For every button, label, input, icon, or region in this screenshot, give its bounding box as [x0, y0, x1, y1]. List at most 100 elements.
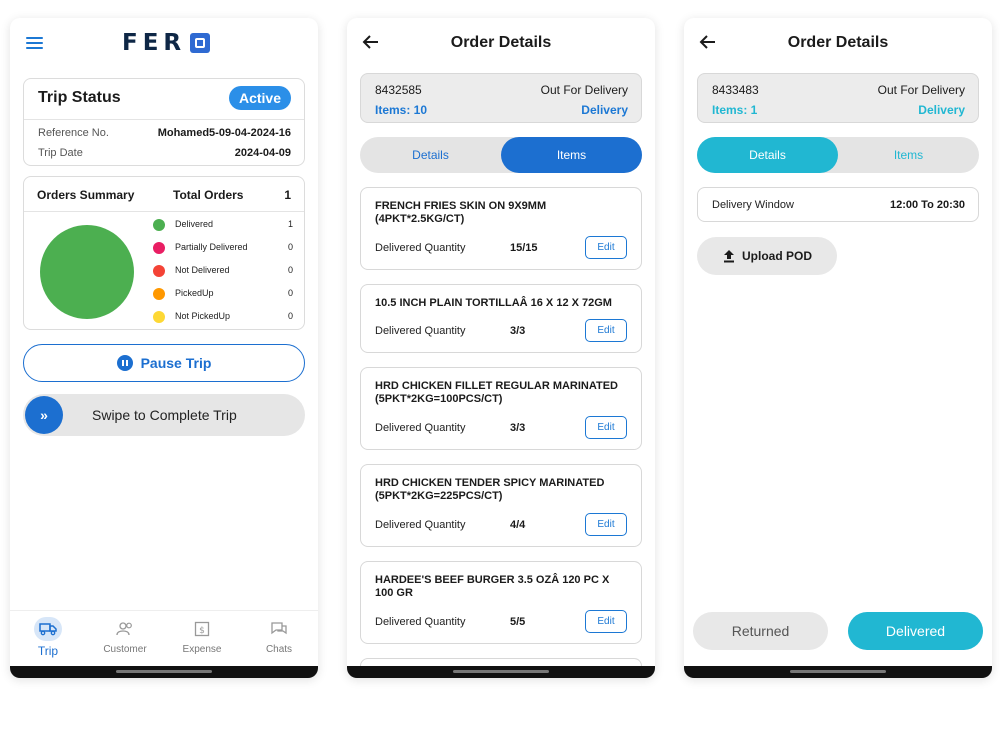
- nav-customer[interactable]: Customer: [90, 617, 160, 655]
- system-home-bar: [684, 666, 992, 678]
- delivered-qty-value: 5/5: [510, 616, 526, 628]
- nav-expense-label: Expense: [182, 644, 222, 655]
- total-orders-label: Total Orders: [173, 188, 244, 202]
- legend-dot: [153, 288, 165, 300]
- legend-label: Delivered: [175, 219, 214, 229]
- legend-item: PickedUp 0: [153, 286, 293, 302]
- delivered-qty-label: Delivered Quantity: [375, 616, 466, 628]
- upload-pod-label: Upload POD: [741, 249, 812, 263]
- delivered-qty-value: 3/3: [510, 325, 526, 337]
- item-card: 10.5 INCH PLAIN TORTILLAÂ 16 X 12 X 72GM…: [360, 284, 642, 353]
- page-title: Order Details: [450, 34, 552, 51]
- orders-pie-chart: [40, 225, 134, 319]
- order-status: Out For Delivery: [540, 83, 628, 97]
- nav-trip[interactable]: Trip: [13, 617, 83, 658]
- item-name: HRD CHICKEN FILLET REGULAR MARINATED (5P…: [375, 380, 619, 405]
- tab-items[interactable]: Items: [501, 137, 642, 173]
- legend-value: 0: [287, 265, 293, 275]
- edit-button[interactable]: Edit: [585, 610, 627, 633]
- chat-icon: [265, 617, 293, 641]
- delivered-qty-value: 15/15: [510, 242, 538, 254]
- legend-item: Not Delivered 0: [153, 263, 293, 279]
- legend-label: Partially Delivered: [175, 242, 248, 252]
- receipt-icon: $: [188, 617, 216, 641]
- order-items-count: Items: 10: [375, 103, 428, 117]
- returned-button[interactable]: Returned: [693, 612, 828, 650]
- edit-button[interactable]: Edit: [585, 416, 627, 439]
- svg-text:$: $: [199, 626, 205, 636]
- swipe-complete-slider[interactable]: » Swipe to Complete Trip: [23, 394, 305, 436]
- delivered-qty-value: 3/3: [510, 422, 526, 434]
- upload-pod-button[interactable]: Upload POD: [697, 237, 837, 275]
- legend-label: Not PickedUp: [175, 311, 231, 321]
- system-home-bar: [10, 666, 318, 678]
- item-card: HRD CHICKEN TENDER SPICY MARINATED (5PKT…: [360, 464, 642, 547]
- delivered-qty-label: Delivered Quantity: [375, 325, 466, 337]
- nav-chats-label: Chats: [265, 644, 293, 655]
- nav-customer-label: Customer: [103, 644, 147, 655]
- legend-value: 0: [287, 311, 293, 321]
- legend-item: Delivered 1: [153, 217, 293, 233]
- divider: [24, 119, 304, 120]
- order-tabs: Details Items: [360, 137, 642, 173]
- nav-expense[interactable]: $ Expense: [167, 617, 237, 655]
- tab-details[interactable]: Details: [360, 137, 501, 173]
- status-badge: Active: [228, 86, 291, 110]
- item-name: HRD CHICKEN TENDER SPICY MARINATED (5PKT…: [375, 477, 605, 502]
- delivered-qty-label: Delivered Quantity: [375, 242, 466, 254]
- upload-icon: [723, 250, 734, 263]
- logo-text: FER: [122, 30, 187, 56]
- order-items-count: Items: 1: [712, 103, 758, 117]
- pause-trip-label: Pause Trip: [140, 355, 212, 371]
- legend-dot: [153, 219, 165, 231]
- delivered-qty-value: 4/4: [510, 519, 526, 531]
- item-card: HARDEE'S BEEF BURGER 3.5 OZÂ 120 PC X 10…: [360, 561, 642, 644]
- delivered-button[interactable]: Delivered: [848, 612, 983, 650]
- legend-label: Not Delivered: [175, 265, 230, 275]
- item-name: 10.5 INCH PLAIN TORTILLAÂ 16 X 12 X 72GM: [375, 297, 612, 309]
- delivered-qty-label: Delivered Quantity: [375, 422, 466, 434]
- order-status: Out For Delivery: [877, 83, 965, 97]
- truck-icon: [34, 617, 62, 641]
- order-details-screen: Order Details 8433483 Out For Delivery I…: [684, 18, 992, 678]
- edit-button[interactable]: Edit: [585, 513, 627, 536]
- trip-screen: FER Trip Status Active Reference No. Moh…: [10, 18, 318, 678]
- trip-status-card: Trip Status Active Reference No. Mohamed…: [23, 78, 305, 166]
- users-icon: [111, 617, 139, 641]
- delivery-window-row: Delivery Window 12:00 To 20:30: [697, 187, 979, 222]
- legend-item: Partially Delivered 0: [153, 240, 293, 256]
- legend-item: Not PickedUp 0: [153, 309, 293, 325]
- item-name: HARDEE'S BEEF BURGER 3.5 OZÂ 120 PC X 10…: [375, 574, 610, 599]
- legend-dot: [153, 265, 165, 277]
- divider: [24, 211, 304, 212]
- legend-dot: [153, 242, 165, 254]
- item-card: HRD CHICKEN FILLET REGULAR MARINATED (5P…: [360, 367, 642, 450]
- trip-date-label: Trip Date: [38, 147, 83, 159]
- app-header: Order Details: [684, 18, 992, 68]
- total-orders-value: 1: [284, 188, 291, 202]
- legend-value: 0: [287, 242, 293, 252]
- legend-label: PickedUp: [175, 288, 214, 298]
- delivered-qty-label: Delivered Quantity: [375, 519, 466, 531]
- bottom-navigation: Trip Customer $ Expense Chats: [10, 610, 318, 666]
- order-items-screen: Order Details 8432585 Out For Delivery I…: [347, 18, 655, 678]
- app-header: FER: [10, 18, 318, 68]
- legend-value: 1: [287, 219, 293, 229]
- edit-button[interactable]: Edit: [585, 319, 627, 342]
- system-home-bar: [347, 666, 655, 678]
- tab-details[interactable]: Details: [697, 137, 838, 173]
- swipe-handle-icon[interactable]: »: [25, 396, 63, 434]
- app-header: Order Details: [347, 18, 655, 68]
- tab-items[interactable]: Items: [838, 137, 979, 173]
- pause-trip-button[interactable]: Pause Trip: [23, 344, 305, 382]
- edit-button[interactable]: Edit: [585, 236, 627, 259]
- item-card: FRENCH FRIES SKIN ON 9X9MM (4PKT*2.5KG/C…: [360, 187, 642, 270]
- hamburger-menu-icon[interactable]: [26, 37, 43, 49]
- item-name: FRENCH FRIES SKIN ON 9X9MM (4PKT*2.5KG/C…: [375, 200, 547, 225]
- swipe-label: Swipe to Complete Trip: [92, 407, 237, 423]
- logo-o-icon: [190, 33, 211, 53]
- reference-label: Reference No.: [38, 127, 109, 139]
- order-id: 8432585: [375, 83, 422, 97]
- nav-chats[interactable]: Chats: [244, 617, 314, 655]
- page-title: Order Details: [787, 34, 889, 51]
